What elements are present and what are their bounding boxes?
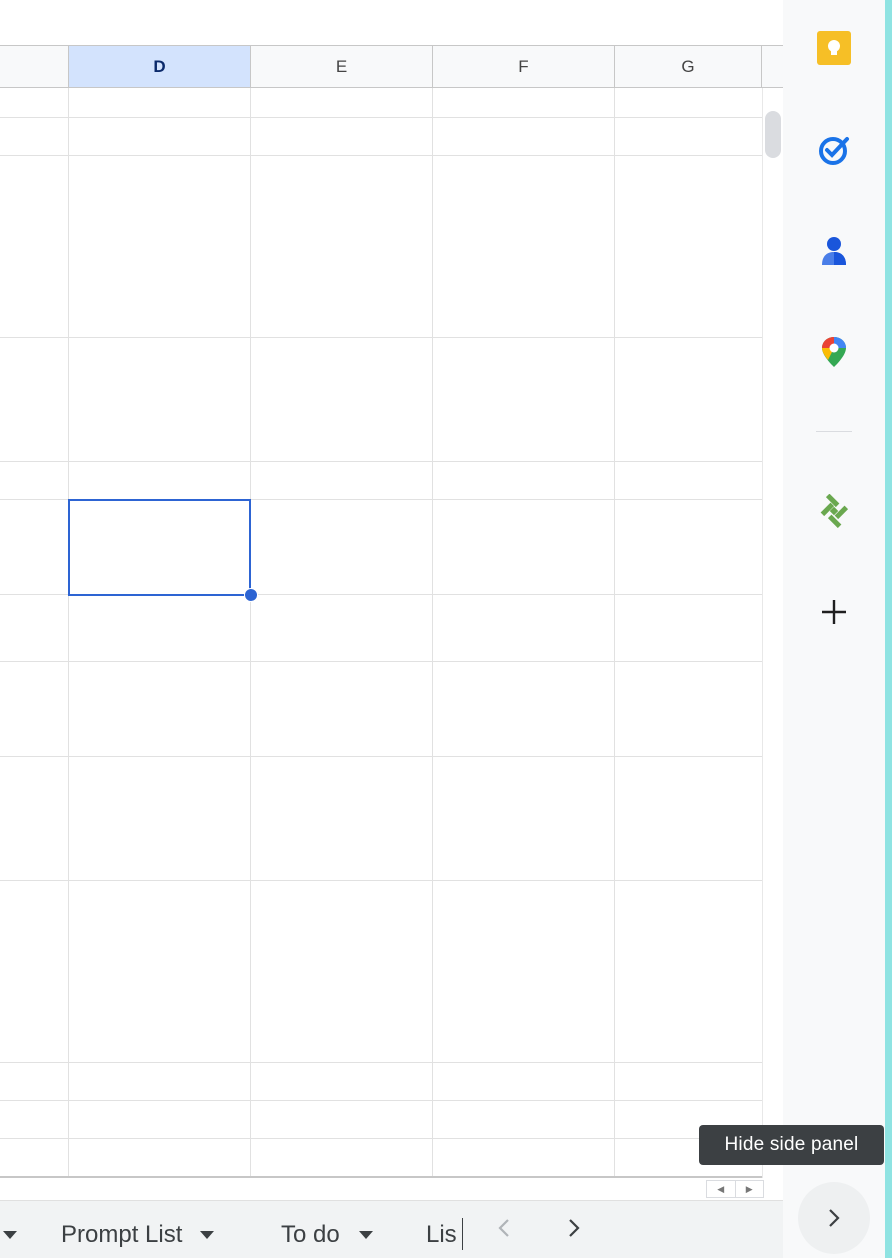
scroll-right-icon[interactable]: ▶ [734, 1181, 764, 1197]
side-panel [783, 0, 885, 1258]
maps-icon[interactable] [817, 335, 851, 369]
tasks-icon[interactable] [817, 133, 851, 167]
vertical-scroll-thumb[interactable] [765, 111, 781, 158]
row-line [0, 756, 762, 757]
row-line [0, 661, 762, 662]
grid-line [614, 88, 615, 1178]
column-header-label: F [518, 56, 529, 76]
row-line [0, 880, 762, 881]
spreadsheet-grid: D E F G ◀ ▶ [0, 0, 783, 1200]
hide-side-panel-button[interactable] [798, 1182, 870, 1254]
caret-down-icon[interactable] [358, 1231, 373, 1239]
column-header-e[interactable]: E [251, 46, 433, 88]
contacts-icon[interactable] [817, 234, 851, 268]
column-header-d[interactable]: D [69, 46, 251, 88]
row-line [0, 1138, 762, 1139]
tab-label: Lis [426, 1221, 457, 1248]
chevron-right-icon [829, 1209, 840, 1227]
column-header-label: G [681, 56, 695, 76]
grid-line [432, 88, 433, 1178]
column-header-partial[interactable] [0, 46, 69, 88]
fill-handle[interactable] [244, 588, 258, 602]
keep-icon[interactable] [817, 31, 851, 65]
caret-down-icon[interactable] [3, 1231, 17, 1239]
column-header-g[interactable]: G [615, 46, 762, 88]
chevron-right-icon[interactable] [566, 1216, 582, 1247]
chevron-left-icon[interactable] [496, 1216, 512, 1247]
header-corner [762, 46, 783, 88]
grid-line [68, 88, 69, 1178]
row-line [0, 117, 762, 118]
tab-dropdown-partial[interactable] [3, 1213, 17, 1257]
row-line [0, 461, 762, 462]
add-icon[interactable] [817, 595, 851, 629]
mouse-cursor [462, 1218, 463, 1250]
hide-side-panel-tooltip: Hide side panel [699, 1125, 884, 1165]
column-header-f[interactable]: F [433, 46, 615, 88]
side-panel-divider [816, 431, 852, 432]
row-line [0, 337, 762, 338]
selected-cell[interactable] [68, 499, 251, 596]
column-header-label: E [335, 56, 348, 76]
scroll-left-icon[interactable]: ◀ [707, 1181, 735, 1197]
grid-line [250, 88, 251, 1178]
vertical-scrollbar[interactable] [762, 88, 783, 1178]
tab-to-do[interactable]: To do [281, 1213, 373, 1257]
tab-label: Prompt List [61, 1221, 183, 1248]
window-edge [885, 0, 892, 1258]
addon-icon[interactable] [817, 494, 851, 528]
grid-bottom-border [0, 1176, 762, 1178]
row-line [0, 1062, 762, 1063]
tab-label: To do [281, 1221, 340, 1248]
tab-prompt-list[interactable]: Prompt List [61, 1213, 215, 1257]
caret-down-icon[interactable] [200, 1231, 215, 1239]
column-header-label: D [153, 56, 166, 76]
tab-list[interactable]: Lis [426, 1213, 457, 1257]
row-line [0, 1100, 762, 1101]
row-line [0, 155, 762, 156]
horizontal-scroll-arrows[interactable]: ◀ ▶ [706, 1180, 764, 1198]
